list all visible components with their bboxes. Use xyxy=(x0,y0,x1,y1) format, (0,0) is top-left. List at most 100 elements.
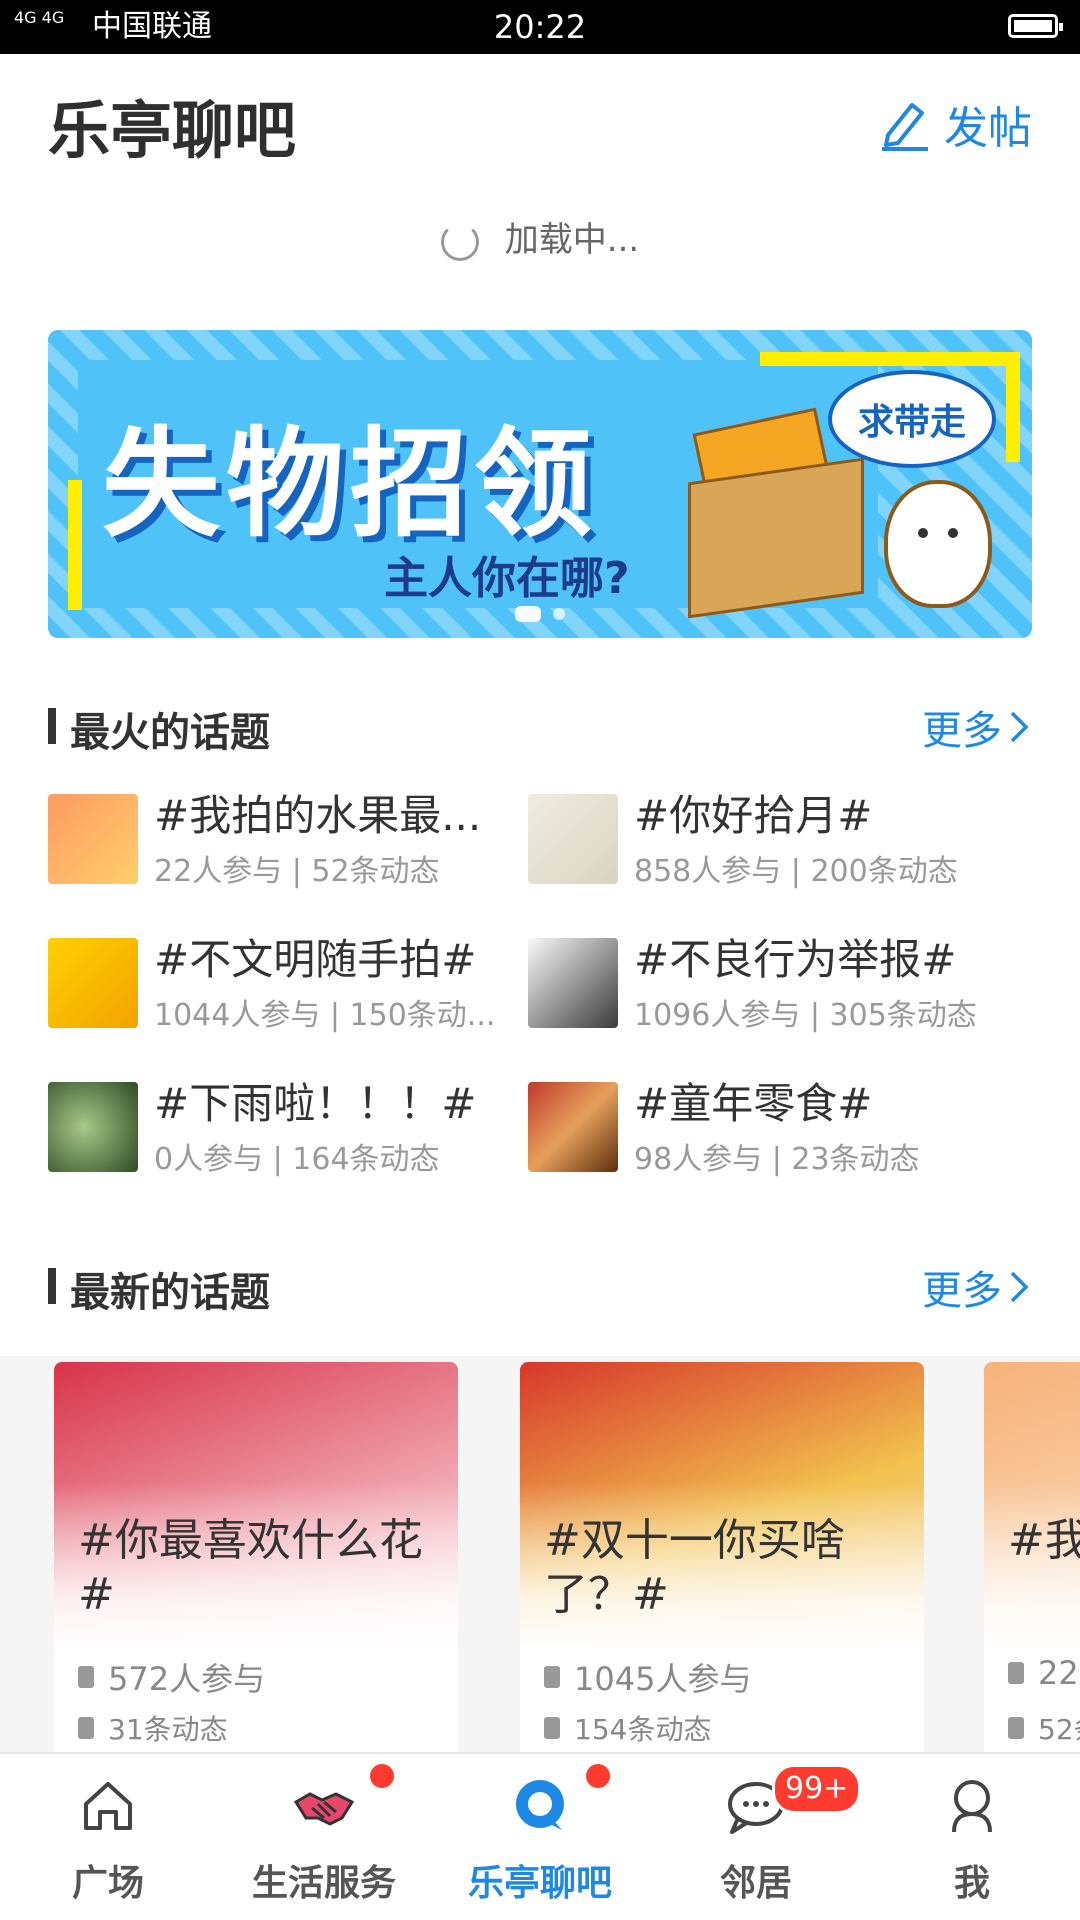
participants-stat: 572人参与 xyxy=(78,1654,265,1700)
topic-name: #我拍的水果最... xyxy=(154,791,482,840)
topic-thumbnail xyxy=(48,794,138,884)
topic-card[interactable]: #双十一你买啥了？# 1045人参与 154条动态 xyxy=(520,1362,924,1756)
topic-name: #童年零食# xyxy=(634,1079,873,1128)
topic-meta: 858人参与 | 200条动态 xyxy=(634,854,958,889)
topic-thumbnail xyxy=(528,794,618,884)
nav-item-life-services[interactable]: 生活服务 xyxy=(216,1754,432,1920)
participants-stat: 1045人参与 xyxy=(544,1654,751,1700)
topic-meta: 98人参与 | 23条动态 xyxy=(634,1142,920,1177)
topic-meta: 1096人参与 | 305条动态 xyxy=(634,998,977,1033)
status-bar: 4G 4G 中国联通 20:22 xyxy=(0,0,1080,54)
nav-item-chat-bar[interactable]: 乐亭聊吧 xyxy=(432,1754,648,1920)
posts-count: 31条动态 xyxy=(108,1713,228,1746)
banner-subtitle: 主人你在哪? xyxy=(384,553,630,604)
bottom-navigation: 广场 生活服务 乐亭聊吧 99+ 邻居 我 xyxy=(0,1752,1080,1920)
speech-bubble: 求带走 xyxy=(828,370,996,468)
topic-card[interactable]: #你最喜欢什么花# 572人参与 31条动态 xyxy=(54,1362,458,1756)
nav-label: 乐亭聊吧 xyxy=(467,1863,612,1904)
hot-topics-title: 最火的话题 xyxy=(70,710,270,756)
nav-item-plaza[interactable]: 广场 xyxy=(0,1754,216,1920)
section-marker xyxy=(48,1268,56,1304)
nav-label: 生活服务 xyxy=(251,1863,396,1904)
notification-dot xyxy=(370,1764,394,1788)
posts-stat: 52条 xyxy=(1008,1708,1080,1748)
carousel-dot[interactable] xyxy=(553,607,565,620)
chevron-right-icon xyxy=(1010,711,1029,743)
nav-label: 我 xyxy=(953,1863,990,1904)
topic-card-title: #你最喜欢什么花# xyxy=(78,1515,423,1620)
chevron-right-icon xyxy=(1010,1271,1029,1303)
hot-topics-header: 最火的话题 更多 xyxy=(48,698,1032,756)
pencil-icon xyxy=(882,103,928,151)
document-icon xyxy=(78,1717,94,1739)
nav-item-neighbors[interactable]: 99+ 邻居 xyxy=(648,1754,864,1920)
home-icon xyxy=(84,1782,132,1830)
participants-count: 22 xyxy=(1038,1654,1079,1692)
battery-icon xyxy=(1008,14,1063,38)
hot-topic-item[interactable]: #童年零食# 98人参与 | 23条动态 xyxy=(528,1079,1008,1177)
banner-decor xyxy=(1006,352,1020,462)
banner-carousel[interactable]: 失物招领 主人你在哪? 求带走 xyxy=(48,330,1032,638)
hot-topics-more-link[interactable]: 更多 xyxy=(922,698,1032,756)
hot-topic-item[interactable]: #你好拾月# 858人参与 | 200条动态 xyxy=(528,791,1008,889)
topic-meta: 1044人参与 | 150条动... xyxy=(154,998,496,1033)
topic-meta: 0人参与 | 164条动态 xyxy=(154,1142,440,1177)
notification-dot xyxy=(586,1764,610,1788)
person-icon xyxy=(544,1666,560,1688)
chat-q-icon xyxy=(516,1780,564,1830)
person-icon xyxy=(952,1780,992,1833)
app-header: 乐亭聊吧 发帖 xyxy=(0,54,1080,194)
topic-meta: 22人参与 | 52条动态 xyxy=(154,854,440,889)
document-icon xyxy=(1008,1717,1024,1739)
page-title: 乐亭聊吧 xyxy=(48,94,297,167)
nav-item-me[interactable]: 我 xyxy=(864,1754,1080,1920)
person-icon xyxy=(1008,1662,1024,1684)
participants-count: 1045人参与 xyxy=(574,1660,752,1698)
more-label: 更多 xyxy=(922,1268,1002,1314)
post-button-label: 发帖 xyxy=(944,103,1032,154)
topic-thumbnail xyxy=(528,938,618,1028)
new-topics-carousel[interactable]: #你最喜欢什么花# 572人参与 31条动态 #双十一你买啥了？# 1045人参… xyxy=(0,1356,1080,1756)
hot-topic-item[interactable]: #我拍的水果最... 22人参与 | 52条动态 xyxy=(48,791,528,889)
nav-label: 广场 xyxy=(71,1863,144,1904)
handshake-icon xyxy=(293,1792,355,1826)
new-topics-header: 最新的话题 更多 xyxy=(48,1258,1032,1316)
topic-name: #你好拾月# xyxy=(634,791,873,840)
posts-stat: 154条动态 xyxy=(544,1708,711,1748)
posts-stat: 31条动态 xyxy=(78,1708,228,1748)
section-marker xyxy=(48,708,56,744)
hot-topic-item[interactable]: #下雨啦！！！# 0人参与 | 164条动态 xyxy=(48,1079,528,1177)
topic-card-title: #双十一你买啥了？# xyxy=(544,1515,845,1620)
topic-name: #不文明随手拍# xyxy=(154,935,477,984)
posts-count: 52条 xyxy=(1038,1713,1080,1746)
post-button[interactable]: 发帖 xyxy=(878,92,1032,156)
carousel-dot-active[interactable] xyxy=(515,605,541,622)
topic-card[interactable]: #我好吃 22 52条 xyxy=(984,1362,1080,1756)
document-icon xyxy=(544,1717,560,1739)
new-topics-more-link[interactable]: 更多 xyxy=(922,1258,1032,1316)
new-topics-title: 最新的话题 xyxy=(70,1270,270,1316)
loading-indicator: 加载中... xyxy=(0,212,1080,261)
topic-name: #不良行为举报# xyxy=(634,935,957,984)
posts-count: 154条动态 xyxy=(574,1713,712,1746)
box-illustration xyxy=(688,457,864,619)
rabbit-mascot-icon xyxy=(884,480,992,608)
participants-count: 572人参与 xyxy=(108,1660,266,1698)
banner-title: 失物招领 xyxy=(102,415,599,553)
banner-decor xyxy=(68,480,82,610)
hot-topic-item[interactable]: #不文明随手拍# 1044人参与 | 150条动... xyxy=(48,935,528,1033)
topic-thumbnail xyxy=(528,1082,618,1172)
clock: 20:22 xyxy=(493,8,587,46)
nav-label: 邻居 xyxy=(719,1863,792,1904)
hot-topic-item[interactable]: #不良行为举报# 1096人参与 | 305条动态 xyxy=(528,935,1008,1033)
topic-card-title: #我好吃 xyxy=(1008,1515,1080,1566)
participants-stat: 22 xyxy=(1008,1654,1079,1692)
unread-badge: 99+ xyxy=(772,1764,862,1814)
loading-text: 加载中... xyxy=(504,220,640,260)
topic-thumbnail xyxy=(48,938,138,1028)
spinner-icon xyxy=(440,222,479,261)
carousel-dots xyxy=(48,603,1032,622)
more-label: 更多 xyxy=(922,708,1002,754)
person-icon xyxy=(78,1666,94,1688)
topic-thumbnail xyxy=(48,1082,138,1172)
